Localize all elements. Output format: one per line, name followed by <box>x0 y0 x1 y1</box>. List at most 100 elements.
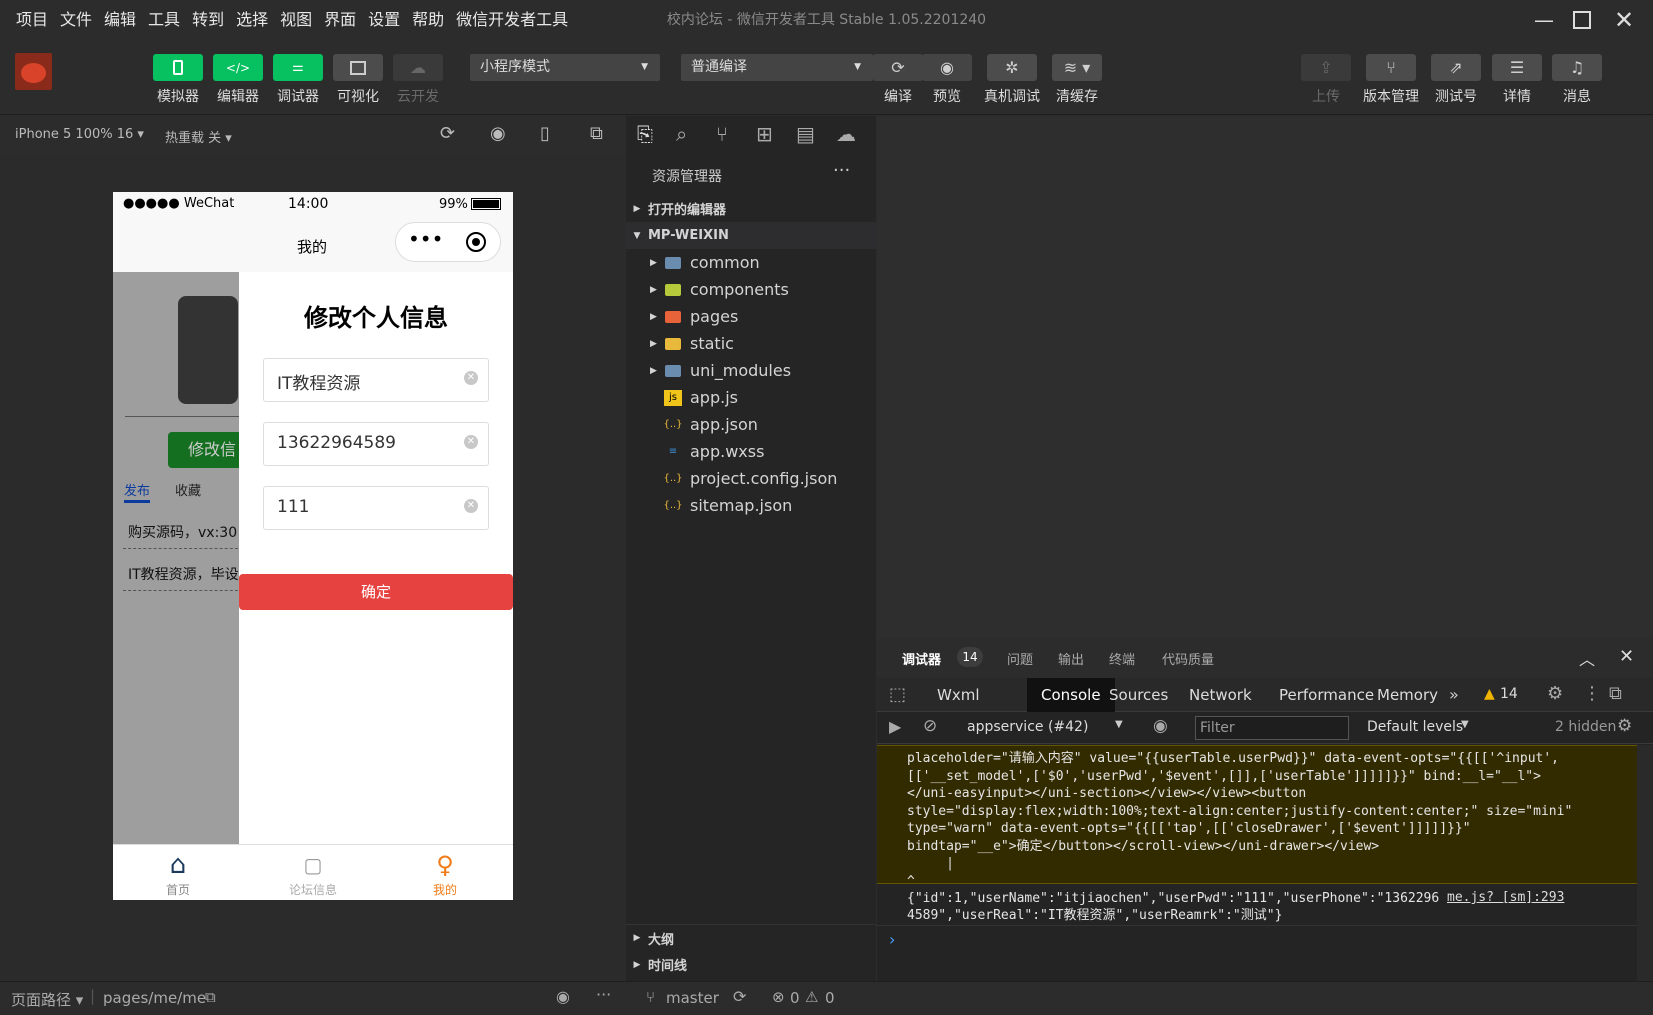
tabbar-me[interactable]: ♀ 我的 <box>410 849 480 898</box>
more-icon[interactable]: ··· <box>596 985 611 1004</box>
popout-icon[interactable]: ⧉ <box>590 123 603 144</box>
menu-item[interactable]: 文件 <box>54 0 98 40</box>
version-button[interactable]: ⑂ 版本管理 <box>1363 54 1419 106</box>
levels-select[interactable]: Default levels <box>1367 719 1463 735</box>
filter-input[interactable]: Filter <box>1195 716 1349 740</box>
menu-item[interactable]: 项目 <box>10 0 54 40</box>
tab-favorites[interactable]: 收藏 <box>175 480 201 499</box>
debugger-button[interactable]: ⚌ 调试器 <box>273 54 323 106</box>
project-avatar[interactable] <box>15 53 52 90</box>
preview-button[interactable]: ◉ 预览 <box>922 54 972 106</box>
eye-icon[interactable]: ◉ <box>1153 716 1168 736</box>
password-input[interactable]: 111 ✕ <box>263 486 489 530</box>
close-window-button[interactable]: ✕ <box>1607 6 1641 34</box>
menu-item[interactable]: 工具 <box>142 0 186 40</box>
copy-icon[interactable]: ⧉ <box>205 988 216 1006</box>
more-tabs-icon[interactable]: » <box>1449 685 1459 704</box>
mode-select[interactable]: 小程序模式 ▼ <box>470 54 660 81</box>
more-icon[interactable]: ••• <box>408 227 443 251</box>
phone-icon[interactable]: ▯ <box>540 123 550 144</box>
menu-item[interactable]: 设置 <box>362 0 406 40</box>
tab-sources[interactable]: Sources <box>1095 678 1182 712</box>
tab-memory[interactable]: Memory <box>1363 678 1452 712</box>
page-path-label[interactable]: 页面路径 ▾ <box>11 989 83 1010</box>
edit-profile-button[interactable]: 修改信 <box>168 432 248 468</box>
close-capsule-icon[interactable] <box>466 232 486 252</box>
phone-input[interactable]: 13622964589 ✕ <box>263 422 489 466</box>
docker-icon[interactable]: ☁ <box>836 122 856 146</box>
files-icon[interactable]: ⎘ <box>637 122 653 146</box>
extensions-icon[interactable]: ⊞ <box>756 122 773 146</box>
list-item[interactable]: IT教程资源，毕设 <box>128 564 239 584</box>
gear-icon[interactable]: ⚙ <box>1547 683 1563 704</box>
editor-button[interactable]: </> 编辑器 <box>213 54 263 106</box>
folder-item[interactable]: ▶ pages <box>626 303 876 330</box>
capsule-menu[interactable]: ••• <box>395 222 501 262</box>
device-select[interactable]: iPhone 5 100% 16 ▾ <box>15 127 144 142</box>
tab-network[interactable]: Network <box>1175 678 1266 712</box>
menu-item[interactable]: 选择 <box>230 0 274 40</box>
folder-item[interactable]: ▶ components <box>626 276 876 303</box>
eye-icon[interactable]: ◉ <box>556 987 570 1006</box>
file-item[interactable]: {..} app.json <box>626 411 876 438</box>
file-item[interactable]: ≡ app.wxss <box>626 438 876 465</box>
folder-item[interactable]: ▶ uni_modules <box>626 357 876 384</box>
storage-icon[interactable]: ▤ <box>796 122 815 146</box>
details-button[interactable]: ☰ 详情 <box>1492 54 1542 106</box>
warning-count[interactable]: 14 <box>1500 686 1518 702</box>
file-item[interactable]: {..} project.config.json <box>626 465 876 492</box>
section-mp-weixin[interactable]: ▼ MP-WEIXIN <box>626 222 876 249</box>
minimize-button[interactable]: — <box>1527 6 1561 34</box>
tab-output[interactable]: 输出 <box>1058 649 1084 668</box>
tabbar-home[interactable]: ⌂ 首页 <box>143 849 213 898</box>
warning-count[interactable]: 0 <box>825 989 835 1007</box>
log-source-link[interactable]: me.js? [sm]:293 <box>1447 890 1564 905</box>
section-outline[interactable]: ▶ 大纲 <box>626 924 876 951</box>
menu-item[interactable]: 编辑 <box>98 0 142 40</box>
clear-icon[interactable]: ✕ <box>464 435 478 449</box>
file-item[interactable]: js app.js <box>626 384 876 411</box>
rotate-icon[interactable]: ⟳ <box>440 123 455 144</box>
sidebar-toggle-icon[interactable]: ▶ <box>889 717 901 736</box>
tabbar-forum[interactable]: ▢ 论坛信息 <box>278 849 348 898</box>
clear-cache-button[interactable]: ≋ ▾ 清缓存 <box>1052 54 1102 106</box>
sync-icon[interactable]: ⟳ <box>733 987 746 1006</box>
search-icon[interactable]: ⌕ <box>676 122 687 146</box>
context-select[interactable]: appservice (#42) <box>967 719 1088 735</box>
clear-icon[interactable]: ✕ <box>464 499 478 513</box>
tab-publish[interactable]: 发布 <box>124 480 150 499</box>
scrollbar[interactable] <box>1637 745 1653 981</box>
inspect-icon[interactable]: ⬚ <box>889 684 906 705</box>
menu-item[interactable]: 界面 <box>318 0 362 40</box>
visual-button[interactable]: 可视化 <box>333 54 383 106</box>
tab-wxml[interactable]: Wxml <box>923 678 994 712</box>
kebab-icon[interactable]: ⋮ <box>1583 683 1601 704</box>
menu-item[interactable]: 视图 <box>274 0 318 40</box>
hot-reload-select[interactable]: 热重载 关 ▾ <box>165 127 232 146</box>
git-branch[interactable]: master <box>666 989 719 1007</box>
error-count[interactable]: 0 <box>790 989 800 1007</box>
folder-item[interactable]: ▶ common <box>626 249 876 276</box>
chevron-up-icon[interactable]: ︿ <box>1579 646 1595 670</box>
console-prompt[interactable]: › <box>889 930 895 949</box>
remote-debug-button[interactable]: ✲ 真机调试 <box>984 54 1040 106</box>
gear-icon[interactable]: ⚙ <box>1617 716 1632 736</box>
folder-item[interactable]: ▶ static <box>626 330 876 357</box>
tab-terminal[interactable]: 终端 <box>1109 649 1135 668</box>
messages-button[interactable]: ♫ 消息 <box>1552 54 1602 106</box>
name-input[interactable]: IT教程资源 ✕ <box>263 358 489 402</box>
maximize-button[interactable] <box>1565 6 1599 34</box>
cloud-button[interactable]: ☁ 云开发 <box>393 54 443 106</box>
compile-select[interactable]: 普通编译 ▼ <box>681 54 873 81</box>
test-account-button[interactable]: ⇗ 测试号 <box>1431 54 1481 106</box>
menu-item[interactable]: 微信开发者工具 <box>450 0 574 40</box>
upload-button[interactable]: ⇪ 上传 <box>1301 54 1351 106</box>
section-timeline[interactable]: ▶ 时间线 <box>626 951 876 978</box>
git-icon[interactable]: ⑂ <box>716 122 728 146</box>
dock-icon[interactable]: ⧉ <box>1609 683 1622 704</box>
simulator-button[interactable]: 模拟器 <box>153 54 203 106</box>
menu-item[interactable]: 转到 <box>186 0 230 40</box>
clear-icon[interactable]: ✕ <box>464 371 478 385</box>
file-item[interactable]: {..} sitemap.json <box>626 492 876 519</box>
tab-problems[interactable]: 问题 <box>1007 649 1033 668</box>
